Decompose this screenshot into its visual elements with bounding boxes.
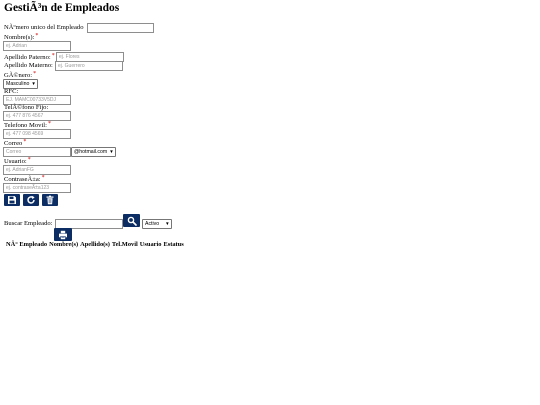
save-button[interactable] [4,194,20,206]
nombre-input[interactable]: ej. Adrian [3,41,71,51]
correo-domain-select[interactable]: @hotmail.com ▼ [71,147,116,157]
print-button[interactable] [54,228,72,241]
estatus-select[interactable]: Activo ▼ [142,219,172,229]
usuario-label-text: Usuario: [4,158,27,165]
chevron-down-icon: ▼ [109,149,114,154]
header-estatus: Estatus [163,241,184,248]
apellido-paterno-label: Apellido Paterno:* [4,53,55,62]
telefono-movil-label-text: Telefono Movil: [4,122,47,129]
required-mark: * [33,71,37,77]
required-mark: * [47,121,51,127]
required-mark: * [41,175,45,181]
header-tel-movil: Tel.Movil [111,241,138,248]
search-icon [127,216,137,226]
numero-empleado-label: NÃºmero unico del Empleado [4,24,84,31]
delete-button[interactable] [42,194,58,206]
telefono-movil-input[interactable]: ej. 477 098 4569 [3,129,71,139]
trash-icon [46,195,54,205]
refresh-icon [27,195,35,204]
required-mark: * [51,53,55,59]
genero-label-text: GÃ©nero: [4,72,33,79]
buscar-empleado-label: Buscar Empleado: [4,220,53,227]
usuario-input[interactable]: ej. AdrianFG [3,165,71,175]
header-numero-empleado: NÂ° Empleado [6,241,48,248]
contrasena-input[interactable]: ej. contraseÃ±a123 [3,183,71,193]
required-mark: * [27,157,31,163]
required-mark: * [35,33,39,39]
correo-domain-value: @hotmail.com [74,149,108,155]
required-mark: * [23,139,27,145]
genero-selected-value: Masculino [6,81,30,87]
floppy-disk-icon [8,196,16,204]
printer-icon [59,230,67,239]
correo-label-text: Correo [4,140,23,147]
apellido-materno-label: Apellido Materno: [4,62,53,69]
apellido-materno-input[interactable]: ej. Guerrero [55,61,123,71]
estatus-selected-value: Activo [145,221,160,227]
apellido-paterno-label-text: Apellido Paterno: [4,54,51,61]
contrasena-label-text: ContraseÃ±a: [4,176,41,183]
employees-table-header: NÂ° Empleado Nombre(s) Apellido(s) Tel.M… [6,241,184,248]
header-apellidos: Apellido(s) [80,241,110,248]
chevron-down-icon: ▼ [31,81,36,86]
search-button[interactable] [123,214,140,227]
chevron-down-icon: ▼ [165,221,170,226]
header-usuario: Usuario [139,241,162,248]
numero-empleado-input[interactable] [87,23,154,33]
page-title: GestiÃ³n de Empleados [4,2,120,14]
refresh-button[interactable] [23,194,39,206]
nombre-label-text: Nombre(s): [4,34,35,41]
header-nombres: Nombre(s) [49,241,79,248]
telefono-fijo-input[interactable]: ej. 477 876 4567 [3,111,71,121]
correo-input[interactable]: Correo [3,147,71,157]
